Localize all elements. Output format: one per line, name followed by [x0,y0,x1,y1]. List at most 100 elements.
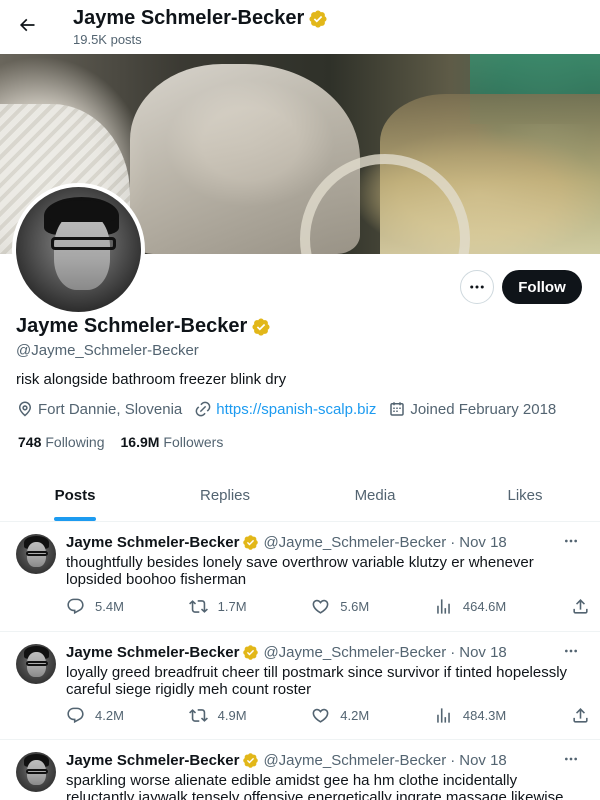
arrow-left-icon [19,18,35,32]
location-text: Fort Dannie, Slovenia [38,400,183,418]
view-count: 464.6M [462,599,507,614]
more-options-button[interactable] [460,270,494,304]
repost-button[interactable]: 4.9M [188,706,247,725]
reply-icon [67,598,84,615]
following-label: Following [45,434,105,450]
tweet-author-name[interactable]: Jayme Schmeler-Becker [66,644,239,661]
tweet[interactable]: Jayme Schmeler-Becker @Jayme_Schmeler-Be… [0,632,600,740]
share-button[interactable] [571,597,590,616]
avatar-glasses [51,237,116,250]
profile-avatar[interactable] [12,183,145,316]
followers-link[interactable]: 16.9M Followers [121,434,224,450]
active-tab-indicator [54,517,96,521]
views-button[interactable]: 464.6M [434,597,506,616]
repost-count: 1.7M [217,599,247,614]
like-button[interactable]: 5.6M [311,597,369,616]
tweet-date[interactable]: Nov 18 [459,752,507,769]
tweet-more-button[interactable] [560,748,582,770]
avatar-glasses [26,660,48,666]
separator-dot: · [450,752,456,769]
reply-icon [67,707,84,724]
tweet-avatar[interactable] [16,752,56,792]
heart-icon [312,599,329,614]
tab-posts[interactable]: Posts [0,470,150,521]
followers-label: Followers [163,434,224,450]
share-button[interactable] [571,706,590,725]
tweet-author-handle[interactable]: @Jayme_Schmeler-Becker [263,534,446,551]
reply-button[interactable]: 5.4M [66,597,124,616]
repost-count: 4.9M [217,708,247,723]
separator-dot: · [450,534,456,551]
website[interactable]: https://spanish-scalp.biz [194,400,376,418]
like-button[interactable]: 4.2M [311,706,369,725]
back-button[interactable] [12,10,42,40]
following-count: 748 [18,434,42,450]
tweet-avatar[interactable] [16,644,56,684]
tab-label: Posts [54,487,96,504]
following-link[interactable]: 748 Following [18,434,105,450]
reply-count: 4.2M [95,708,124,723]
header-name: Jayme Schmeler-Becker [73,7,305,29]
profile-meta: Fort Dannie, Slovenia https://spanish-sc… [16,400,568,418]
repost-button[interactable]: 1.7M [188,597,247,616]
tweet-header: Jayme Schmeler-Becker @Jayme_Schmeler-Be… [66,752,507,769]
joined-text: Joined February 2018 [410,400,557,418]
tweet-date[interactable]: Nov 18 [459,534,507,551]
tab-label: Media [354,487,396,504]
reply-count: 5.4M [95,599,124,614]
joined-date: Joined February 2018 [388,400,556,418]
verified-badge-icon [243,535,259,550]
tab-label: Replies [199,487,251,504]
avatar-hair [48,199,116,222]
post-count: 19.5K posts [73,32,142,47]
tweet[interactable]: Jayme Schmeler-Becker @Jayme_Schmeler-Be… [0,522,600,632]
tweet-more-button[interactable] [560,530,582,552]
tweet-header: Jayme Schmeler-Becker @Jayme_Schmeler-Be… [66,644,507,661]
tab-likes[interactable]: Likes [450,470,600,521]
tab-label: Likes [507,487,543,504]
heart-icon [312,708,329,723]
like-count: 5.6M [340,599,370,614]
tweet-text: sparkling worse alienate edible amidst g… [66,772,564,800]
follow-button[interactable]: Follow [502,270,582,304]
tweet[interactable]: Jayme Schmeler-Becker @Jayme_Schmeler-Be… [0,740,600,800]
tweet-text: loyally greed breadfruit cheer till post… [66,664,568,698]
profile-name-row: Jayme Schmeler-Becker [16,315,271,338]
tweet-actions: 5.4M 1.7M 5.6M 464.6M [66,597,590,616]
more-dots-icon [565,539,577,543]
tweet-author-name[interactable]: Jayme Schmeler-Becker [66,752,239,769]
repost-icon [188,709,208,722]
tweet-more-button[interactable] [560,640,582,662]
tweet-avatar[interactable] [16,534,56,574]
location-pin-icon [19,401,31,417]
tweet-author-handle[interactable]: @Jayme_Schmeler-Becker [263,752,446,769]
verified-badge-icon [243,753,259,768]
more-dots-icon [565,757,577,761]
tweet-author-handle[interactable]: @Jayme_Schmeler-Becker [263,644,446,661]
verified-badge-icon [243,645,259,660]
profile-bio: risk alongside bathroom freezer blink dr… [16,371,287,388]
followers-count: 16.9M [120,434,160,450]
views-chart-icon [437,599,450,614]
views-button[interactable]: 484.3M [434,706,506,725]
tweet-author-name[interactable]: Jayme Schmeler-Becker [66,534,239,551]
like-count: 4.2M [340,708,370,723]
tweet-date[interactable]: Nov 18 [459,644,507,661]
tab-replies[interactable]: Replies [150,470,300,521]
reply-button[interactable]: 4.2M [66,706,124,725]
link-icon [195,401,211,417]
more-dots-icon [565,649,577,653]
verified-badge-icon [309,9,327,28]
repost-icon [188,600,208,613]
avatar-glasses [26,768,48,774]
tweet-header: Jayme Schmeler-Becker @Jayme_Schmeler-Be… [66,534,507,551]
header-title: Jayme Schmeler-Becker [73,7,328,30]
location: Fort Dannie, Slovenia [16,400,182,418]
verified-badge-icon[interactable] [251,317,271,337]
tweet-actions: 4.2M 4.9M 4.2M 484.3M [66,706,590,725]
avatar-face [53,212,110,290]
website-link[interactable]: https://spanish-scalp.biz [216,401,376,418]
profile-handle: @Jayme_Schmeler-Becker [16,342,199,359]
tab-media[interactable]: Media [300,470,450,521]
share-icon [573,708,588,723]
